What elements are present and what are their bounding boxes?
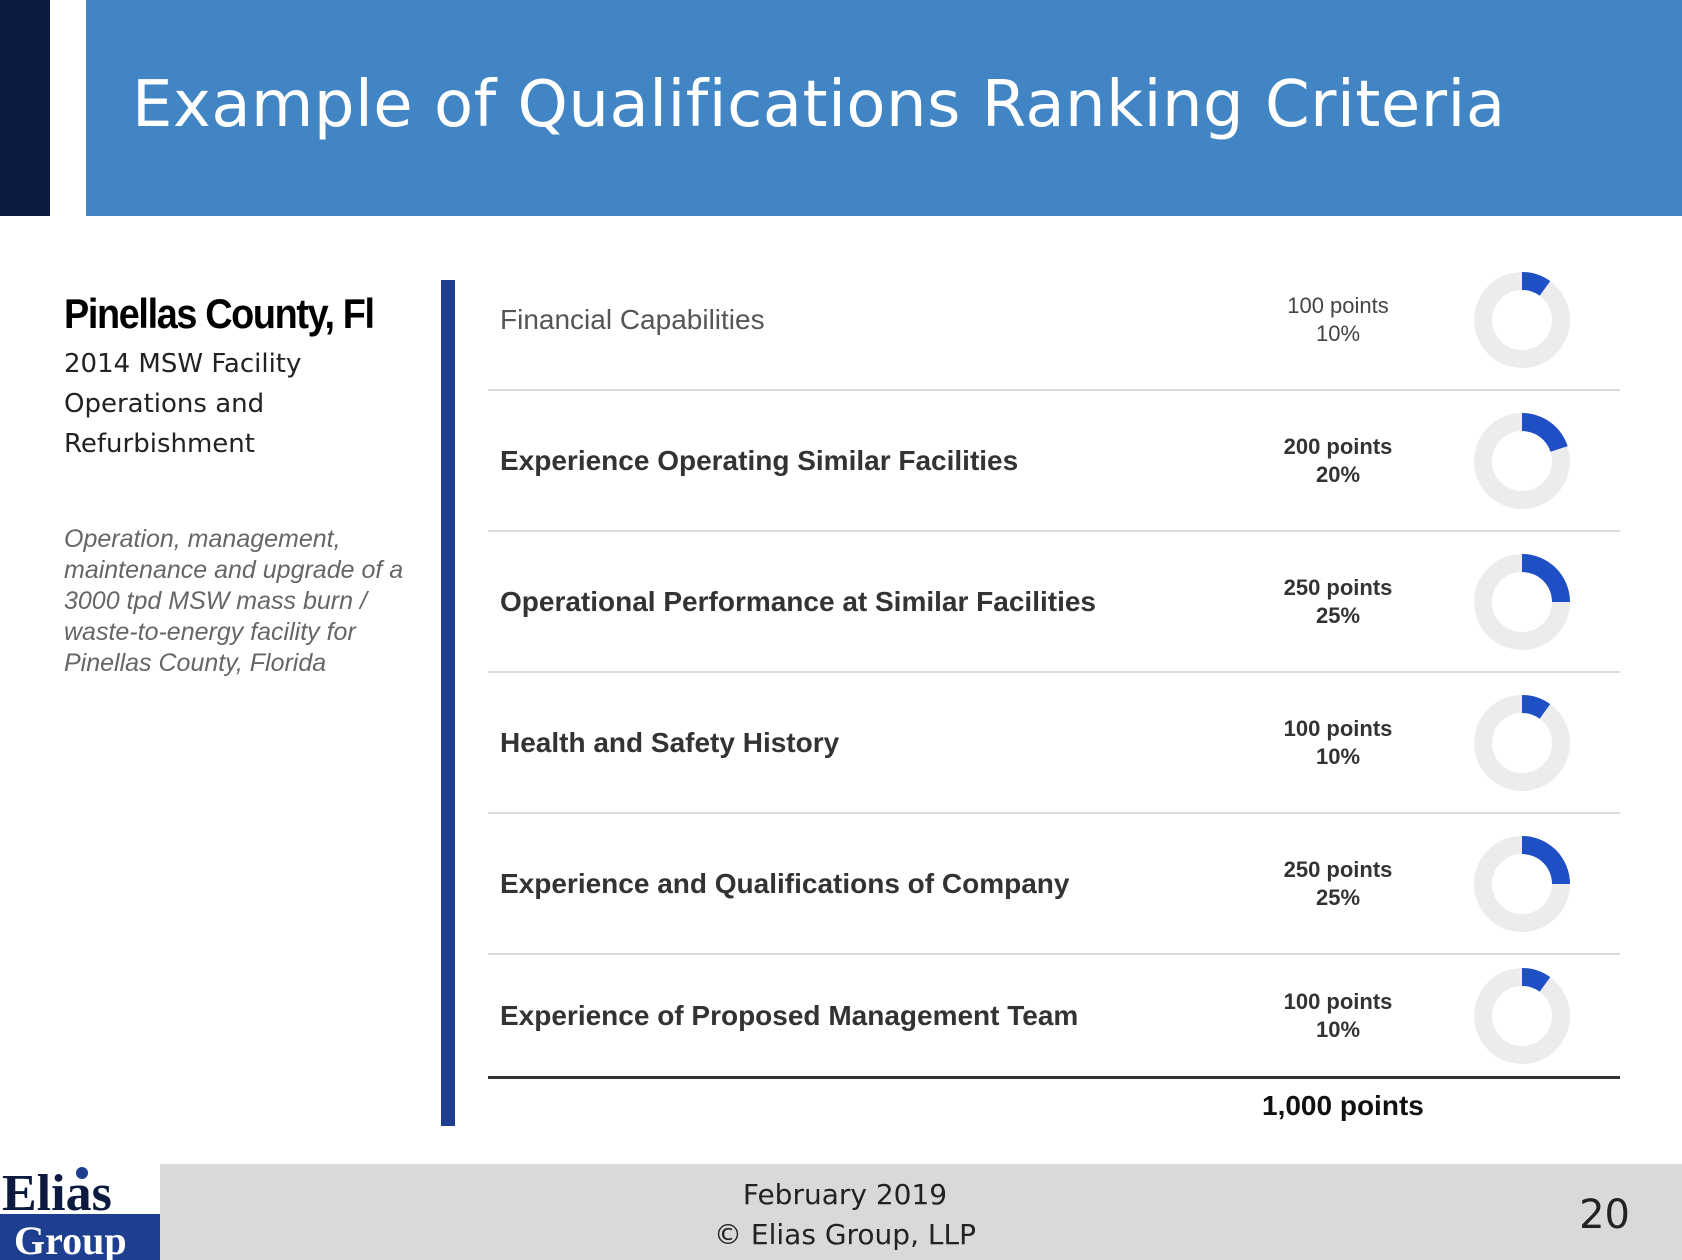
weight-donut xyxy=(1474,412,1570,509)
donut-track xyxy=(1474,694,1570,791)
slide-title: Example of Qualifications Ranking Criter… xyxy=(132,68,1506,142)
weight-donut xyxy=(1474,835,1570,932)
criterion-points: 200 points xyxy=(1283,433,1393,459)
criterion-name: Financial Capabilities xyxy=(500,303,765,335)
criterion-name: Experience Operating Similar Facilities xyxy=(500,444,1019,476)
criterion-percent: 25% xyxy=(1315,884,1361,910)
criterion-percent: 25% xyxy=(1315,602,1361,628)
donut-slice xyxy=(1522,835,1570,884)
criterion-percent: 10% xyxy=(1315,320,1361,346)
footer-copyright: © Elias Group, LLP xyxy=(714,1218,976,1251)
criterion-row: Experience and Qualifications of Company… xyxy=(488,814,1620,955)
donut-slice xyxy=(1522,412,1568,452)
criterion-weight: 250 points 25% xyxy=(1278,856,1398,912)
criterion-percent: 10% xyxy=(1315,743,1361,769)
facility-subtitle: 2014 MSW Facility Operations and Refurbi… xyxy=(64,349,302,459)
weight-donut xyxy=(1474,271,1570,368)
criterion-points: 250 points xyxy=(1283,856,1393,882)
left-accent-bar xyxy=(0,0,50,216)
footer-bar: February 2019 © Elias Group, LLP 20 xyxy=(160,1164,1682,1260)
criterion-row: Operational Performance at Similar Facil… xyxy=(488,532,1620,673)
criterion-row: Health and Safety History 100 points 10% xyxy=(488,673,1620,814)
elias-group-logo: Elias Group xyxy=(0,1166,164,1260)
criterion-name: Health and Safety History xyxy=(500,726,840,758)
page-number: 20 xyxy=(1579,1192,1630,1238)
logo-text-elias: Elias xyxy=(2,1166,112,1222)
criterion-points: 100 points xyxy=(1283,715,1393,741)
donut-track xyxy=(1474,967,1570,1064)
county-heading: Pinellas County, Fl xyxy=(64,290,375,337)
title-banner: Example of Qualifications Ranking Criter… xyxy=(86,0,1682,216)
total-points: 1,000 points xyxy=(1262,1090,1424,1121)
criterion-name: Operational Performance at Similar Facil… xyxy=(500,585,1096,617)
criterion-name: Experience and Qualifications of Company xyxy=(500,867,1070,899)
criteria-list: Financial Capabilities 100 points 10% Ex… xyxy=(488,250,1620,1079)
weight-donut xyxy=(1474,967,1570,1064)
criterion-row: Financial Capabilities 100 points 10% xyxy=(488,250,1620,391)
criterion-weight: 100 points 10% xyxy=(1278,292,1398,348)
donut-slice xyxy=(1522,553,1570,602)
logo-text-group: Group xyxy=(14,1218,127,1260)
criterion-weight: 200 points 20% xyxy=(1278,433,1398,489)
criterion-row: Experience Operating Similar Facilities … xyxy=(488,391,1620,532)
criterion-points: 100 points xyxy=(1287,292,1389,318)
donut-track xyxy=(1474,271,1570,368)
project-description: Operation, management, maintenance and u… xyxy=(64,525,404,677)
criterion-points: 100 points xyxy=(1283,988,1393,1014)
criterion-points: 250 points xyxy=(1283,574,1393,600)
criterion-name: Experience of Proposed Management Team xyxy=(500,999,1079,1031)
criterion-percent: 20% xyxy=(1315,461,1361,487)
criterion-weight: 100 points 10% xyxy=(1278,715,1398,771)
weight-donut xyxy=(1474,694,1570,791)
footer-date: February 2019 xyxy=(742,1178,948,1211)
weight-donut xyxy=(1474,553,1570,650)
criterion-weight: 100 points 10% xyxy=(1278,988,1398,1044)
vertical-divider xyxy=(441,280,455,1126)
criterion-weight: 250 points 25% xyxy=(1278,574,1398,630)
criterion-percent: 10% xyxy=(1315,1016,1361,1042)
criterion-row: Experience of Proposed Management Team 1… xyxy=(488,955,1620,1079)
